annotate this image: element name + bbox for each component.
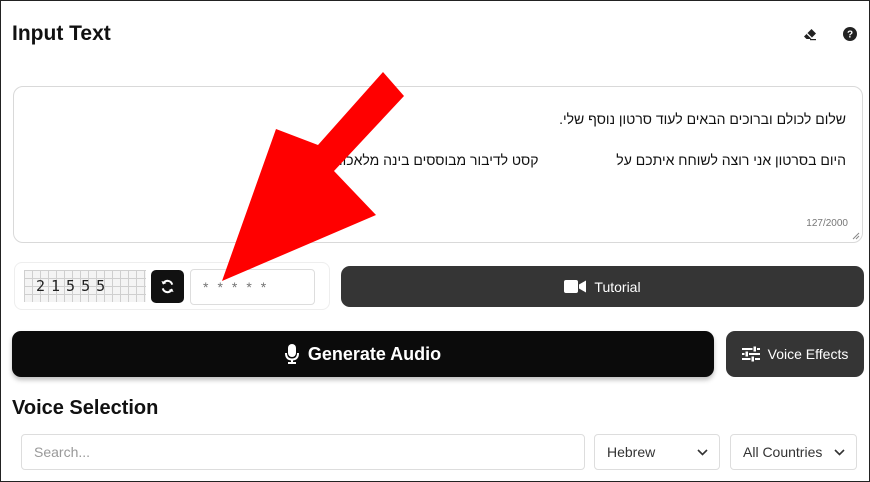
microphone-icon [284, 344, 299, 364]
generate-audio-label: Generate Audio [307, 343, 442, 364]
voice-effects-label: Voice Effects [767, 346, 849, 362]
voice-search-input[interactable] [21, 434, 585, 470]
voice-selection-title: Voice Selection [12, 397, 159, 419]
language-select[interactable]: Hebrew [594, 434, 720, 470]
text-line-2-start: היום בסרטון אני רוצה לשוחח איתכם על [616, 152, 846, 168]
voice-effects-button[interactable]: Voice Effects [726, 331, 864, 377]
country-select[interactable]: All Countries [730, 434, 857, 470]
captcha-input[interactable] [190, 269, 315, 305]
character-counter: 127/2000 [806, 218, 848, 229]
text-line-1: שלום לכולם וברוכים הבאים לעוד סרטון נוסף… [559, 111, 846, 127]
chevron-down-icon [697, 448, 708, 456]
video-camera-icon [564, 280, 587, 293]
tutorial-button[interactable]: Tutorial [341, 266, 864, 307]
sliders-icon [741, 346, 760, 362]
svg-text:?: ? [847, 30, 853, 41]
page-title: Input Text [12, 22, 111, 45]
refresh-icon [161, 279, 174, 294]
country-select-value: All Countries [743, 444, 823, 460]
refresh-captcha-button[interactable] [151, 270, 184, 303]
language-select-value: Hebrew [607, 444, 656, 460]
resize-handle-icon[interactable] [852, 232, 860, 240]
chevron-down-icon [834, 448, 845, 456]
text-line-2: היום בסרטון אני רוצה לשוחח איתכם על קסט … [30, 150, 846, 170]
tutorial-label: Tutorial [594, 278, 641, 295]
help-circle-icon[interactable]: ? [842, 26, 858, 42]
eraser-icon[interactable] [802, 26, 818, 42]
captcha-image: 21555 [24, 270, 146, 302]
text-line-2-end: קסט לדיבור מבוססים בינה מלאכותית [319, 152, 539, 168]
input-text-area[interactable]: שלום לכולם וברוכים הבאים לעוד סרטון נוסף… [13, 86, 863, 243]
generate-audio-button[interactable]: Generate Audio [12, 331, 714, 377]
